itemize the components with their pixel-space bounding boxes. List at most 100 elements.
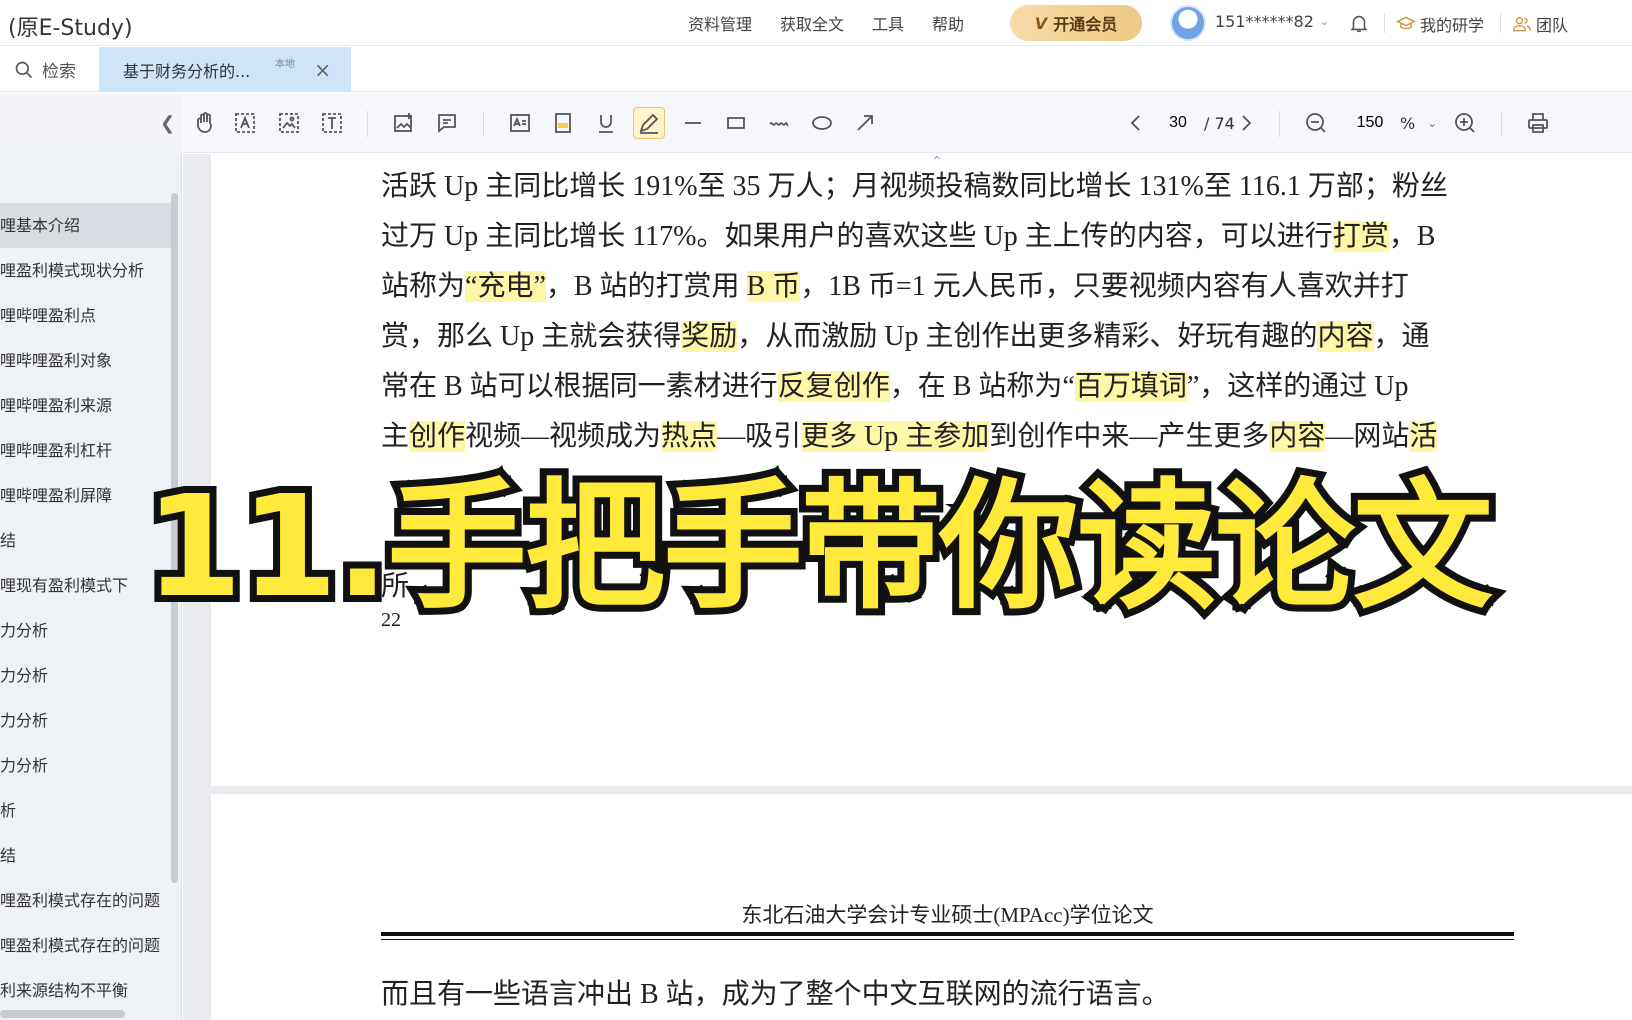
highlighted-text: 反复创作 bbox=[777, 371, 890, 402]
divider bbox=[1501, 111, 1502, 137]
overlay-title: 11.手把手带你读论文 bbox=[138, 459, 1500, 636]
outline-item[interactable]: 析 bbox=[0, 788, 172, 833]
chevron-down-icon: ⌄ bbox=[1319, 15, 1330, 28]
outline-item[interactable]: 哩哔哩盈利对象 bbox=[0, 338, 172, 383]
zoom-unit: % bbox=[1400, 113, 1416, 133]
divider bbox=[1384, 13, 1385, 33]
my-research-label: 我的研学 bbox=[1420, 16, 1485, 35]
text-line: 赏，那么 Up 主就会获得奖励，从而激励 Up 主创作出更多精彩、好玩有趣的内容… bbox=[381, 312, 1523, 362]
text-segment: ，B 站的打赏用 bbox=[545, 271, 747, 302]
hand-tool-icon[interactable] bbox=[189, 107, 221, 139]
page-indicator: / 74 bbox=[1158, 109, 1235, 137]
team-label: 团队 bbox=[1536, 16, 1569, 35]
outline-item[interactable]: 哩盈利模式存在的问题 bbox=[0, 878, 172, 923]
insert-image-icon[interactable] bbox=[388, 107, 420, 139]
zoom-in-icon[interactable] bbox=[1449, 107, 1481, 139]
divider bbox=[367, 111, 368, 137]
outline-item[interactable]: 力分析 bbox=[0, 653, 172, 698]
zoom-out-icon[interactable] bbox=[1300, 107, 1332, 139]
prev-page-icon[interactable] bbox=[1120, 107, 1152, 139]
print-icon[interactable] bbox=[1522, 107, 1554, 139]
line-icon[interactable] bbox=[677, 107, 709, 139]
text-segment: ，在 B 站称为“ bbox=[889, 371, 1075, 402]
highlighted-text: 打赏 bbox=[1332, 221, 1389, 252]
highlighted-text: 百万填词 bbox=[1074, 371, 1187, 402]
next-page-icon[interactable] bbox=[1230, 107, 1262, 139]
divider bbox=[483, 111, 484, 137]
tab-search-label: 检索 bbox=[42, 62, 76, 82]
text-segment: 赏，那么 Up 主就会获得 bbox=[381, 321, 682, 352]
text-segment: 过万 Up 主同比增长 117%。如果用户的喜欢这些 Up 主上传的内容，可以进… bbox=[381, 221, 1333, 252]
highlighted-text: “充电” bbox=[465, 271, 546, 302]
outline-item[interactable]: 哩盈利模式存在的问题 bbox=[0, 923, 172, 968]
zoom-control: % ⌄ bbox=[1346, 109, 1437, 137]
text-annotation-icon[interactable] bbox=[504, 107, 536, 139]
pen-icon[interactable] bbox=[633, 107, 665, 139]
text-line: 过万 Up 主同比增长 117%。如果用户的喜欢这些 Up 主上传的内容，可以进… bbox=[381, 212, 1523, 262]
text-segment: 站称为 bbox=[381, 271, 466, 302]
nav-tools[interactable]: 工具 bbox=[872, 11, 904, 35]
nav-get-fulltext[interactable]: 获取全文 bbox=[780, 11, 844, 35]
my-research-link[interactable]: 我的研学 bbox=[1396, 12, 1484, 36]
highlighted-text: 内容 bbox=[1317, 321, 1374, 352]
vip-label: 开通会员 bbox=[1053, 15, 1118, 34]
team-link[interactable]: 团队 bbox=[1512, 12, 1568, 36]
highlighted-text: 奖励 bbox=[681, 321, 738, 352]
image-select-icon[interactable] bbox=[273, 107, 305, 139]
vip-button[interactable]: V 开通会员 bbox=[1010, 5, 1142, 41]
tab-document[interactable]: 基于财务分析的... 本地 × bbox=[99, 47, 351, 92]
user-name: 151******82 bbox=[1215, 12, 1314, 31]
sidebar-horizontal-scrollbar[interactable] bbox=[0, 1010, 125, 1018]
outline-item[interactable]: 力分析 bbox=[0, 743, 172, 788]
text-line: 活跃 Up 主同比增长 191%至 35 万人；月视频投稿数同比增长 131%至… bbox=[381, 162, 1523, 212]
local-badge: 本地 bbox=[275, 59, 295, 70]
outline-item[interactable]: 哩哔哩盈利点 bbox=[0, 293, 172, 338]
app-title: (原E-Study) bbox=[8, 16, 133, 41]
arrow-icon[interactable] bbox=[849, 107, 881, 139]
outline-item[interactable]: 哩基本介绍 bbox=[0, 203, 172, 248]
text-box-icon[interactable] bbox=[316, 107, 348, 139]
text-segment: ，通 bbox=[1373, 321, 1430, 352]
underline-icon[interactable] bbox=[590, 107, 622, 139]
divider bbox=[1279, 111, 1280, 137]
tab-document-label: 基于财务分析的... bbox=[123, 61, 251, 81]
zoom-dropdown-icon[interactable]: ⌄ bbox=[1427, 116, 1437, 130]
nav-help[interactable]: 帮助 bbox=[932, 11, 964, 35]
text-segment: 活跃 Up 主同比增长 191%至 35 万人；月视频投稿数同比增长 131%至… bbox=[381, 171, 1448, 202]
zoom-input[interactable] bbox=[1346, 109, 1394, 137]
outline-item[interactable]: 哩盈利模式现状分析 bbox=[0, 248, 172, 293]
search-icon bbox=[15, 61, 33, 78]
text-segment: 常在 B 站可以根据同一素材进行 bbox=[381, 371, 778, 402]
reader-toolbar: / 74 % ⌄ bbox=[183, 93, 1632, 153]
text-line: 站称为“充电”，B 站的打赏用 B 币，1B 币=1 元人民币，只要视频内容有人… bbox=[381, 262, 1523, 312]
outline-item[interactable]: 哩哔哩盈利来源 bbox=[0, 383, 172, 428]
title-bar: (原E-Study) 资料管理 获取全文 工具 帮助 V 开通会员 151***… bbox=[0, 0, 1632, 46]
avatar[interactable] bbox=[1170, 5, 1206, 41]
collapse-sidebar-icon[interactable]: ❮ bbox=[160, 113, 175, 134]
team-icon bbox=[1512, 17, 1532, 32]
sidebar-header bbox=[0, 93, 182, 153]
tab-search[interactable]: 检索 bbox=[14, 57, 76, 82]
outline-item[interactable]: 结 bbox=[0, 833, 172, 878]
text-segment: ，B bbox=[1388, 221, 1436, 252]
highlighted-text: B 币 bbox=[746, 271, 801, 302]
rectangle-icon[interactable] bbox=[720, 107, 752, 139]
outline-item[interactable]: 利来源结构不平衡 bbox=[0, 968, 172, 1013]
pdf-page: 东北石油大学会计专业硕士(MPAcc)学位论文 而且有一些语言冲出 B 站，成为… bbox=[211, 794, 1632, 1020]
vip-icon: V bbox=[1034, 13, 1048, 33]
page-number-input[interactable] bbox=[1158, 109, 1198, 137]
highlight-icon[interactable] bbox=[547, 107, 579, 139]
tab-bar: 检索 基于财务分析的... 本地 × bbox=[0, 47, 1632, 92]
text-select-icon[interactable] bbox=[229, 107, 261, 139]
bell-icon[interactable] bbox=[1348, 12, 1370, 34]
outline-item[interactable]: 力分析 bbox=[0, 698, 172, 743]
wave-line-icon[interactable] bbox=[763, 107, 795, 139]
ellipse-icon[interactable] bbox=[806, 107, 838, 139]
comment-icon[interactable] bbox=[431, 107, 463, 139]
divider bbox=[1500, 13, 1501, 33]
close-icon[interactable]: × bbox=[314, 58, 331, 82]
user-menu[interactable]: 151******82 ⌄ bbox=[1215, 12, 1329, 31]
nav-resource-management[interactable]: 资料管理 bbox=[688, 11, 752, 35]
graduation-cap-icon bbox=[1396, 16, 1416, 30]
text-segment: ”，这样的通过 Up bbox=[1186, 371, 1409, 402]
